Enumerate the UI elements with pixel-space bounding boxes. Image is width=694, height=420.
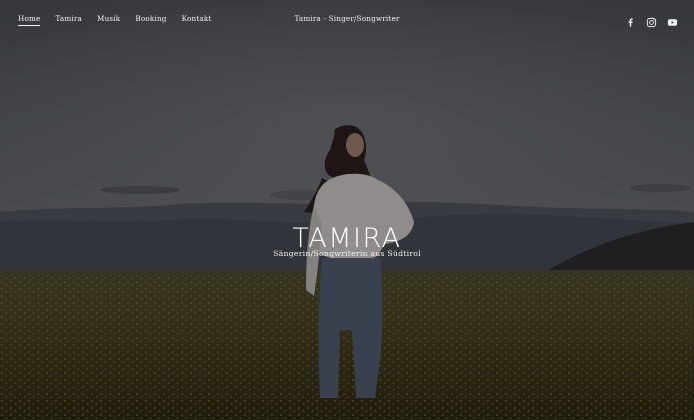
top-navigation: Home Tamira Musik Booking Kontakt Tamira… bbox=[0, 0, 694, 38]
instagram-icon[interactable] bbox=[646, 13, 657, 28]
facebook-icon[interactable] bbox=[625, 13, 636, 27]
hero-subtitle: Sängerin/Songwriterin aus Südtirol bbox=[273, 249, 421, 258]
site-title[interactable]: Tamira - Singer/Songwriter bbox=[0, 14, 694, 23]
hero-section: Home Tamira Musik Booking Kontakt Tamira… bbox=[0, 0, 694, 420]
social-links bbox=[625, 13, 678, 28]
youtube-icon[interactable] bbox=[667, 13, 678, 26]
hero-background-image bbox=[0, 0, 694, 420]
